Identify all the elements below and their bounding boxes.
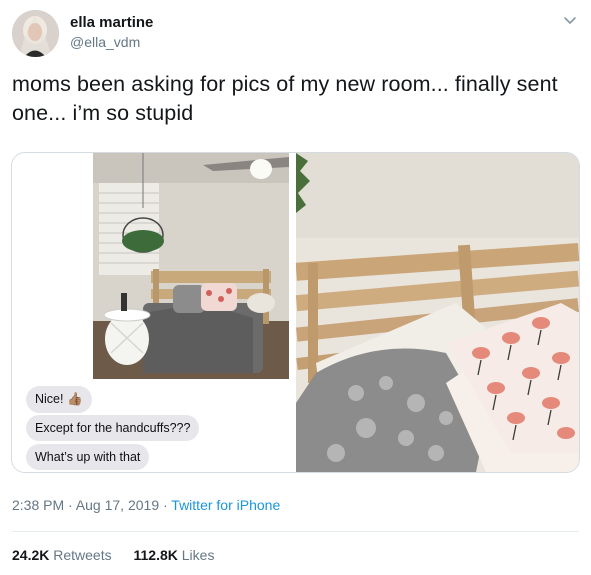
tweet-stats: 24.2K Retweets 112.8K Likes (12, 547, 232, 563)
avatar-image (12, 10, 59, 57)
message-bubble: What’s up with that (26, 444, 150, 470)
tweet-text: moms been asking for pics of my new room… (12, 72, 558, 125)
message-bubble: Nice! 👍🏽 (26, 386, 92, 413)
chevron-down-icon[interactable] (561, 12, 579, 30)
likes-label: Likes (181, 547, 215, 563)
message-bubble: Except for the handcuffs??? (26, 415, 200, 441)
user-handle[interactable]: @ella_vdm (70, 34, 140, 50)
room-photo-small (93, 153, 289, 379)
likes-count: 112.8K (133, 547, 178, 563)
retweets-count: 24.2K (12, 547, 50, 563)
retweets-stat[interactable]: 24.2K Retweets (12, 547, 112, 563)
tweet-source-link[interactable]: Twitter for iPhone (171, 497, 280, 513)
likes-stat[interactable]: 112.8K Likes (134, 547, 215, 563)
avatar[interactable] (12, 10, 59, 57)
divider (12, 531, 579, 532)
display-name[interactable]: ella martine (70, 14, 153, 31)
tweet-media[interactable]: Nice! 👍🏽 Except for the handcuffs??? Wha… (11, 152, 580, 473)
tweet-timestamp[interactable]: 2:38 PM · Aug 17, 2019 · (12, 497, 171, 513)
message-screenshot: Nice! 👍🏽 Except for the handcuffs??? Wha… (12, 153, 293, 472)
tweet-meta: 2:38 PM · Aug 17, 2019 · Twitter for iPh… (12, 497, 280, 513)
retweets-label: Retweets (53, 547, 112, 563)
room-photo-closeup (295, 153, 579, 472)
